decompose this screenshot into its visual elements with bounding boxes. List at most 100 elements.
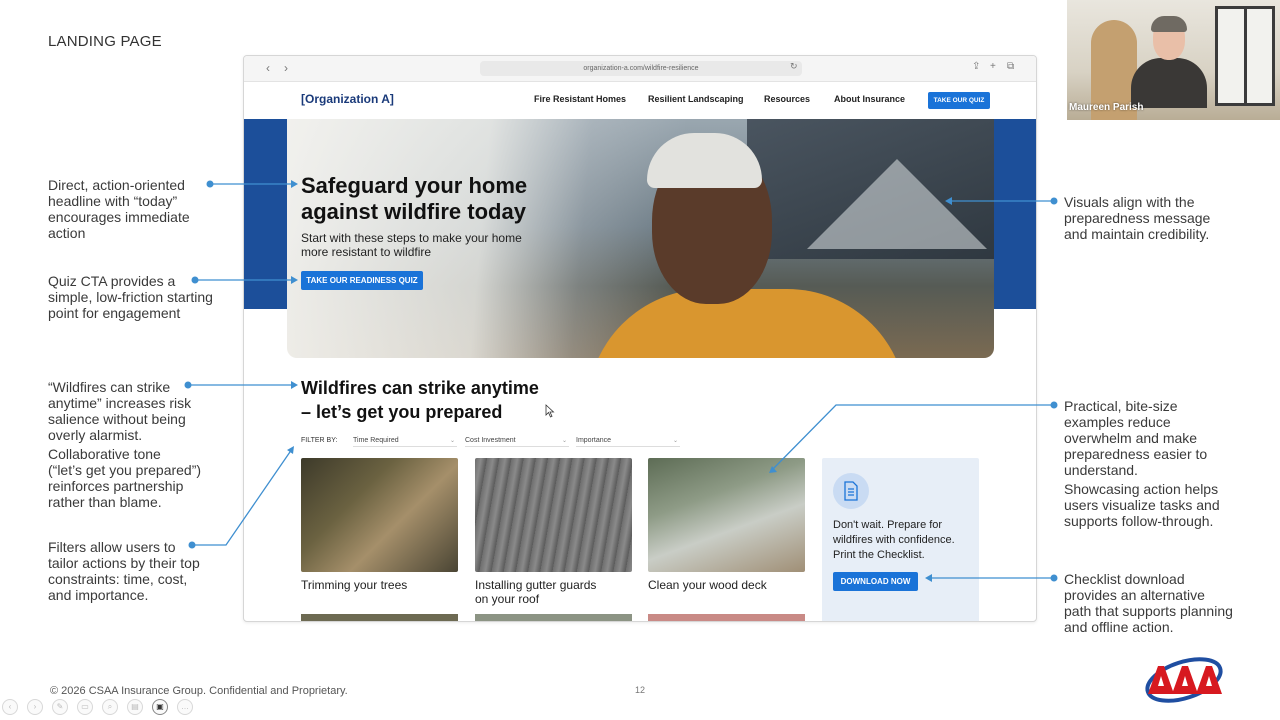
annotation-line: provides an alternative <box>1064 587 1205 603</box>
annotation-line: Quiz CTA provides a <box>48 273 176 289</box>
video-participant-tile[interactable]: Maureen Parish <box>1067 0 1280 120</box>
annotation-line: anytime” increases risk <box>48 395 192 411</box>
card-label-trimming-trees[interactable]: Trimming your trees <box>301 578 407 592</box>
annotation-checklist: Checklist download provides an alternati… <box>1064 571 1233 635</box>
slides-icon[interactable]: ▭ <box>77 699 93 715</box>
aaa-logo <box>1145 657 1223 703</box>
card-label-line: Clean your wood deck <box>648 578 767 592</box>
slide-footer: © 2026 CSAA Insurance Group. Confidentia… <box>50 685 348 697</box>
card-image-partial[interactable] <box>301 614 458 621</box>
filter-value: Time Required <box>353 437 399 444</box>
annotation-showcasing: Showcasing action helps users visualize … <box>1064 481 1220 529</box>
nav-fire-resistant-homes[interactable]: Fire Resistant Homes <box>534 94 626 104</box>
hero-person-hair <box>647 133 762 188</box>
card-image-gutter-guards[interactable] <box>475 458 632 572</box>
hero-subtitle-line: Start with these steps to make your home <box>301 231 522 245</box>
chevron-left-icon[interactable]: ‹ <box>266 61 270 75</box>
annotation-line: Direct, action-oriented <box>48 177 185 193</box>
chevron-right-icon[interactable]: › <box>284 61 288 75</box>
mouse-cursor-icon <box>545 404 555 418</box>
chevron-down-icon: ⌄ <box>672 438 678 444</box>
card-label-line: on your roof <box>475 592 540 606</box>
more-options-icon[interactable]: … <box>177 699 193 715</box>
annotation-headline: Direct, action-oriented headline with “t… <box>48 177 190 241</box>
participant-name: Maureen Parish <box>1069 102 1144 113</box>
annotation-line: users visualize tasks and <box>1064 497 1220 513</box>
annotation-line: and maintain credibility. <box>1064 226 1210 242</box>
annotation-line: supports follow-through. <box>1064 513 1214 529</box>
chevron-down-icon: ⌄ <box>561 438 567 444</box>
section-title: Wildfires can strike anytime – let’s get… <box>301 376 539 424</box>
participant-hair <box>1151 16 1187 32</box>
previous-slide-icon[interactable]: ‹ <box>2 699 18 715</box>
zoom-icon[interactable]: ⌕ <box>102 699 118 715</box>
filter-importance[interactable]: Importance ⌄ <box>576 435 680 447</box>
card-image-trimming-trees[interactable] <box>301 458 458 572</box>
card-label-wood-deck[interactable]: Clean your wood deck <box>648 578 767 592</box>
document-icon <box>833 473 869 509</box>
annotation-tone: Collaborative tone (“let’s get you prepa… <box>48 446 201 510</box>
filter-value: Cost Investment <box>465 437 516 444</box>
annotation-line: action <box>48 225 86 241</box>
address-bar[interactable]: organization-a.com/wildfire-resilience <box>480 61 802 76</box>
annotation-line: headline with “today” <box>48 193 178 209</box>
slide-page-number: 12 <box>635 685 646 695</box>
filter-cost-investment[interactable]: Cost Investment ⌄ <box>465 435 569 447</box>
checklist-text-line: Print the Checklist. <box>833 549 925 561</box>
nav-resilient-landscaping[interactable]: Resilient Landscaping <box>648 94 744 104</box>
checklist-text-line: Don't wait. Prepare for <box>833 519 943 531</box>
hero-title-line: Safeguard your home <box>301 173 528 198</box>
annotation-line: “Wildfires can strike <box>48 379 171 395</box>
annotation-line: understand. <box>1064 462 1138 478</box>
annotation-line: Practical, bite-size <box>1064 398 1178 414</box>
site-logo[interactable]: [Organization A] <box>301 92 394 106</box>
subtitles-icon[interactable]: ▤ <box>127 699 143 715</box>
annotation-line: Visuals align with the <box>1064 194 1195 210</box>
annotation-line: (“let’s get you prepared”) <box>48 462 202 478</box>
filter-label: FILTER BY: <box>301 437 338 444</box>
annotation-line: salience without being <box>48 411 186 427</box>
pen-icon[interactable]: ✎ <box>52 699 68 715</box>
camera-icon[interactable]: ▣ <box>152 699 168 715</box>
annotation-line: overly alarmist. <box>48 427 143 443</box>
hero-title: Safeguard your home against wildfire tod… <box>301 173 527 225</box>
annotation-line: preparedness easier to <box>1064 446 1208 462</box>
card-image-partial[interactable] <box>648 614 805 621</box>
section-title-line: – let’s get you prepared <box>301 402 503 422</box>
take-quiz-button[interactable]: TAKE OUR QUIZ <box>928 92 990 109</box>
checklist-text-line: wildfires with confidence. <box>833 534 955 546</box>
share-icon[interactable]: ⇪ <box>972 61 980 72</box>
nav-about-insurance[interactable]: About Insurance <box>834 94 905 104</box>
tabs-icon[interactable]: ⧉ <box>1007 61 1014 72</box>
reload-icon[interactable]: ↻ <box>790 61 798 72</box>
background-window <box>1215 6 1275 106</box>
connector-dot <box>1050 574 1058 582</box>
hero-subtitle-line: more resistant to wildfire <box>301 245 432 259</box>
annotation-line: Checklist download <box>1064 571 1185 587</box>
slide-title: LANDING PAGE <box>48 33 162 50</box>
filter-value: Importance <box>576 437 612 444</box>
annotation-line: Collaborative tone <box>48 446 161 462</box>
annotation-line: Filters allow users to <box>48 539 176 555</box>
hero: Safeguard your home against wildfire tod… <box>287 119 994 358</box>
annotation-line: encourages immediate <box>48 209 190 225</box>
checklist-card: Don't wait. Prepare for wildfires with c… <box>822 458 979 621</box>
annotation-line: path that supports planning <box>1064 603 1233 619</box>
participant-body <box>1131 58 1207 108</box>
nav-resources[interactable]: Resources <box>764 94 810 104</box>
new-tab-icon[interactable]: + <box>990 61 996 72</box>
readiness-quiz-button[interactable]: TAKE OUR READINESS QUIZ <box>301 271 423 290</box>
browser-mockup: ‹ › organization-a.com/wildfire-resilien… <box>243 55 1037 622</box>
section-title-line: Wildfires can strike anytime <box>301 378 539 398</box>
card-image-wood-deck[interactable] <box>648 458 805 572</box>
next-slide-icon[interactable]: › <box>27 699 43 715</box>
card-image-partial[interactable] <box>475 614 632 621</box>
annotation-line: examples reduce <box>1064 414 1171 430</box>
hero-person-shirt <box>587 289 907 358</box>
annotation-line: rather than blame. <box>48 494 162 510</box>
card-label-gutter-guards[interactable]: Installing gutter guards on your roof <box>475 578 596 606</box>
download-now-button[interactable]: DOWNLOAD NOW <box>833 572 918 591</box>
filter-time-required[interactable]: Time Required ⌄ <box>353 435 457 447</box>
hero-title-line: against wildfire today <box>301 199 526 224</box>
connector-dot <box>206 180 214 188</box>
